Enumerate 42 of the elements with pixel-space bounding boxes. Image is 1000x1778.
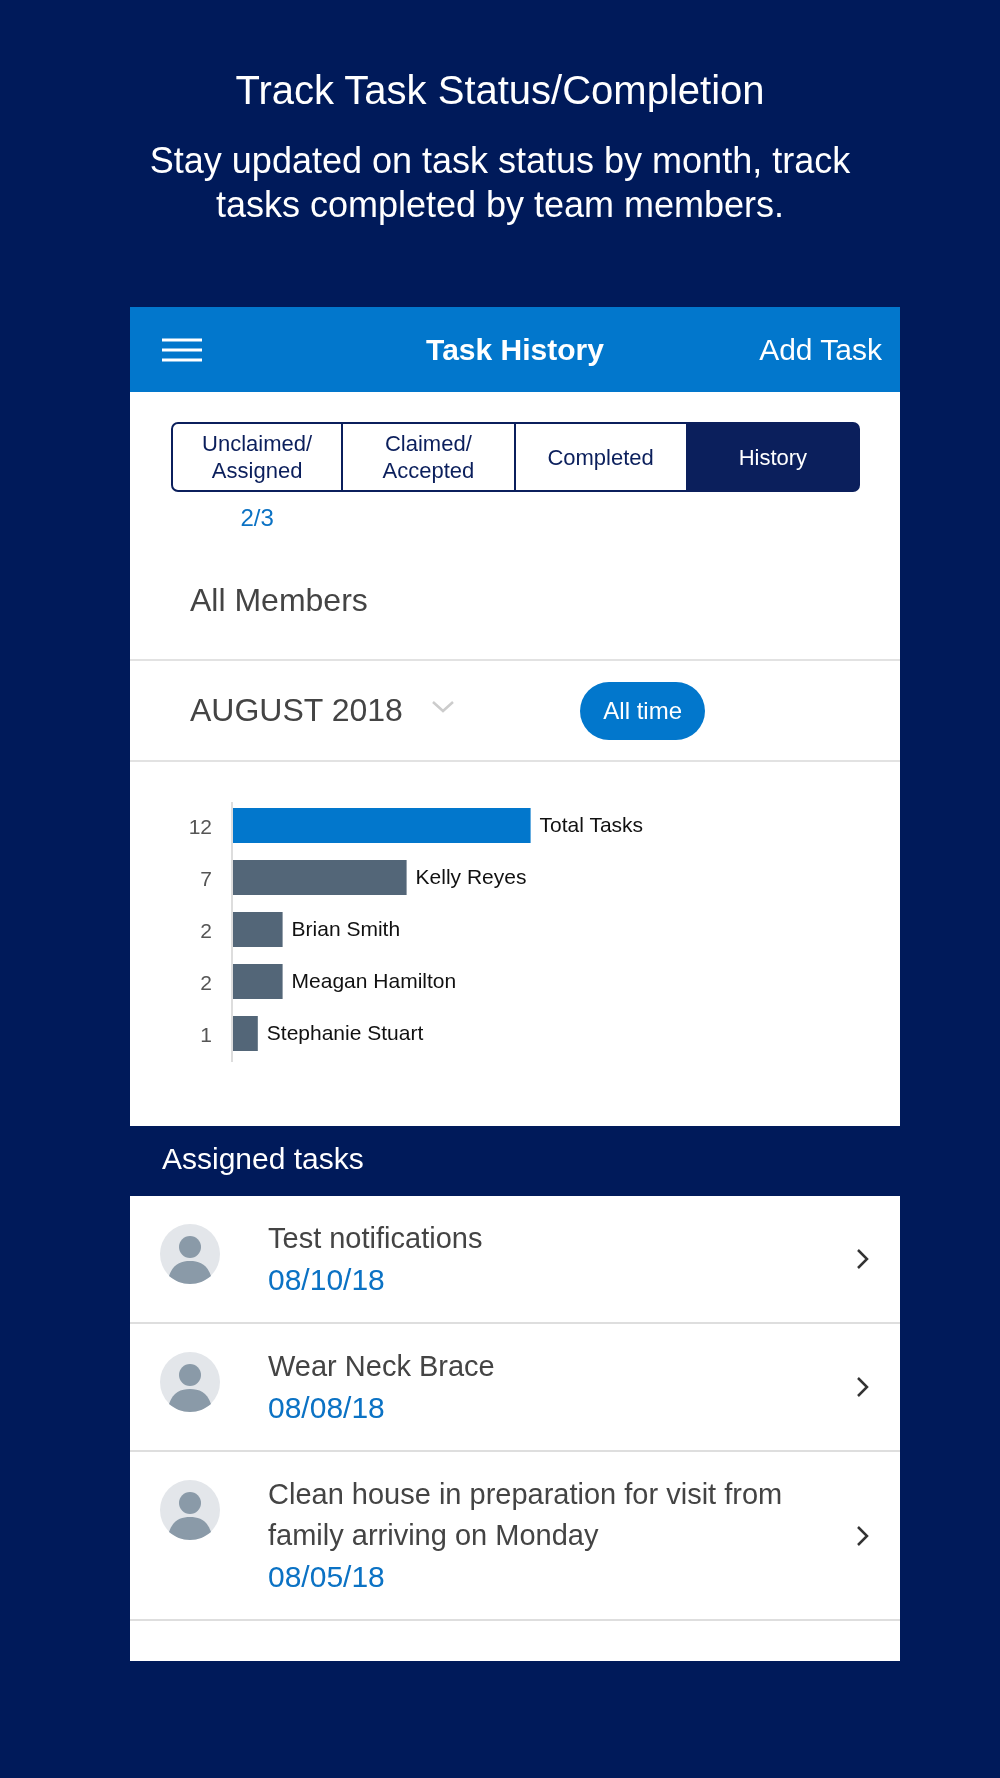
section-title: Assigned tasks bbox=[162, 1142, 364, 1175]
count-label: 2/3 bbox=[240, 504, 274, 532]
value-label: 2 bbox=[200, 970, 212, 994]
chevron-right-icon[interactable] bbox=[856, 1376, 870, 1398]
bar bbox=[233, 1016, 258, 1051]
screen-title: Task History bbox=[426, 332, 604, 367]
task-row[interactable]: Test notifications 08/10/18 bbox=[130, 1196, 900, 1324]
task-title: Wear Neck Brace bbox=[268, 1349, 496, 1384]
member-filter[interactable]: All Members bbox=[190, 582, 368, 618]
value-label: 12 bbox=[188, 814, 212, 838]
task-date: 08/08/18 bbox=[268, 1390, 386, 1426]
task-date: 08/10/18 bbox=[268, 1262, 386, 1298]
menu-icon[interactable] bbox=[162, 337, 202, 362]
chevron-right-icon[interactable] bbox=[856, 1524, 870, 1547]
month-selector[interactable]: AUGUST 2018 bbox=[190, 692, 403, 729]
task-row[interactable]: Clean house in preparation for visit from family arriving on Monday 08/05/18 bbox=[130, 1452, 900, 1621]
value-label: 1 bbox=[200, 1022, 212, 1046]
bar bbox=[233, 964, 283, 999]
chevron-right-icon[interactable] bbox=[856, 1248, 870, 1270]
headline: Track Task Status/Completion bbox=[235, 68, 765, 113]
category-label: Kelly Reyes bbox=[415, 864, 527, 888]
avatar-icon bbox=[160, 1224, 220, 1284]
task-title: Clean house in preparation for visit from family arriving on Monday bbox=[268, 1477, 784, 1553]
tab[interactable]: Completed bbox=[515, 422, 688, 492]
category-label: Brian Smith bbox=[291, 916, 401, 940]
category-label: Total Tasks bbox=[539, 812, 644, 836]
task-date: 08/05/18 bbox=[268, 1559, 386, 1595]
category-label: Stephanie Stuart bbox=[266, 1020, 424, 1044]
avatar-icon bbox=[160, 1352, 220, 1412]
bar bbox=[233, 912, 283, 947]
tab[interactable]: Claimed/ Accepted bbox=[343, 422, 516, 492]
avatar-icon bbox=[160, 1480, 220, 1540]
value-label: 2 bbox=[200, 918, 212, 942]
all-time-button[interactable]: All time bbox=[580, 681, 705, 740]
tab[interactable]: Unclaimed/ Assigned bbox=[171, 422, 344, 492]
task-title: Test notifications bbox=[268, 1221, 484, 1256]
subtitle: Stay updated on task status by month, track tasks completed by team members. bbox=[148, 139, 852, 227]
value-label: 7 bbox=[200, 866, 212, 890]
category-label: Meagan Hamilton bbox=[291, 968, 457, 992]
tab[interactable]: History bbox=[687, 422, 860, 492]
add-task-button[interactable]: Add Task bbox=[759, 332, 882, 367]
task-row[interactable]: Wear Neck Brace 08/08/18 bbox=[130, 1324, 900, 1452]
